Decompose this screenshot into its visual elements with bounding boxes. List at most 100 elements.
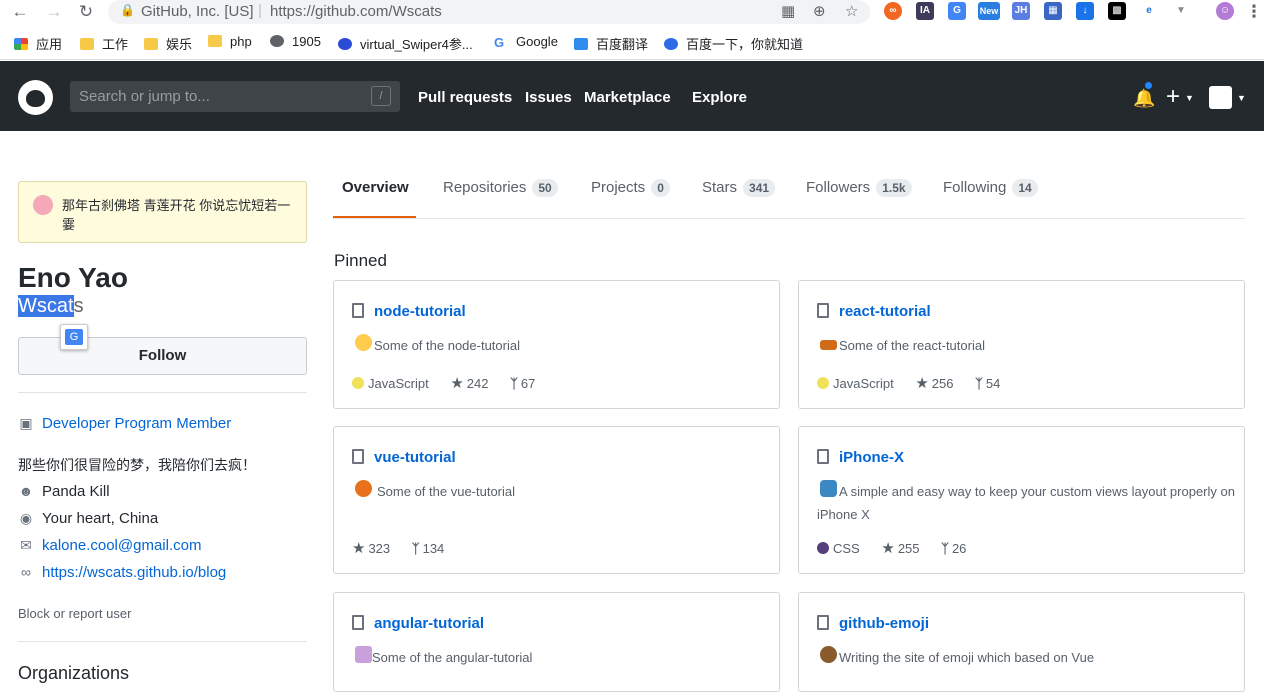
repo-language: JavaScript [833,376,894,391]
back-icon[interactable]: ← [10,2,30,22]
tab-followers[interactable]: Followers 1.5k [806,179,912,197]
user-avatar[interactable] [1209,86,1232,109]
repo-stars[interactable]: 242 [467,376,489,391]
bookmark-apps[interactable]: 应用 [14,34,62,52]
translate-icon[interactable]: ▦ [781,2,795,20]
bookmark-1905[interactable]: 1905 [270,34,321,52]
repo-name-link[interactable]: angular-tutorial [374,615,484,632]
pinned-repo-card[interactable]: github-emoji Writing the site of emoji w… [798,592,1245,692]
repo-stars[interactable]: 323 [368,541,390,556]
baidu-translate-icon [574,38,588,50]
developer-program-badge[interactable]: ▣ Developer Program Member [18,415,231,432]
status-text: 那年古刹佛塔 青莲开花 你说忘忧短若一霎 [62,198,291,232]
repo-description: Some of the angular-tutorial [372,650,533,665]
tab-extension-icon[interactable]: ▩ [1108,2,1126,20]
language-color-dot [817,542,829,554]
tab-repositories[interactable]: Repositories 50 [443,179,558,197]
divider [18,641,307,642]
block-report-link[interactable]: Block or report user [18,606,131,621]
repo-forks[interactable]: 134 [423,541,445,556]
google-translate-extension-icon[interactable]: G [948,2,966,20]
people-icon: ☻ [18,483,34,499]
repo-name-link[interactable]: iPhone-X [839,449,904,466]
infinity-extension-icon[interactable]: ∞ [884,2,902,20]
bookmark-google[interactable]: G Google [494,34,558,52]
url-text[interactable]: https://github.com/Wscats [270,3,442,20]
repo-forks[interactable]: 67 [521,376,535,391]
profile-website[interactable]: ∞ https://wscats.github.io/blog [18,564,226,581]
tab-projects[interactable]: Projects 0 [591,179,670,197]
repo-name-link[interactable]: react-tutorial [839,303,931,320]
download-extension-icon[interactable]: ↓ [1076,2,1094,20]
bookmark-work[interactable]: 工作 [80,34,128,52]
bookmark-php[interactable]: php [208,34,252,52]
repo-name-link[interactable]: github-emoji [839,615,929,632]
translate-popup-icon[interactable]: G [60,324,88,350]
profile-avatar-icon[interactable]: ☺ [1216,2,1234,20]
login-selected-text: Wscat [18,295,74,317]
repo-name-link[interactable]: node-tutorial [374,303,466,320]
forward-icon[interactable]: → [44,2,64,22]
repo-icon [817,303,829,318]
rabbit-emoji-icon [355,646,372,663]
bookmark-star-icon[interactable]: ☆ [845,2,858,20]
pinned-repo-card[interactable]: react-tutorial Some of the react-tutoria… [798,280,1245,409]
repo-forks[interactable]: 26 [952,541,966,556]
fork-icon: ᛉ [510,376,518,391]
search-input[interactable]: Search or jump to... / [70,81,400,112]
ia-extension-icon[interactable]: IA [916,2,934,20]
create-new-icon[interactable]: + [1166,83,1180,111]
repo-meta: CSS ★ 255 ᛉ 26 [817,539,966,557]
repo-language: CSS [833,541,860,556]
active-tab-indicator [333,216,416,218]
bookmark-baidu-translate[interactable]: 百度翻译 [574,34,648,52]
search-placeholder: Search or jump to... [79,88,210,105]
google-icon: G [494,36,508,49]
repo-stars[interactable]: 255 [898,541,920,556]
folder-icon [144,38,158,50]
url-organization: GitHub, Inc. [US] [141,3,254,20]
repo-name-link[interactable]: vue-tutorial [374,449,456,466]
github-logo-icon[interactable] [18,80,53,115]
language-color-dot [817,377,829,389]
star-icon: ★ [352,540,366,557]
repo-description: Some of the react-tutorial [839,338,985,353]
count-badge: 14 [1012,179,1038,197]
repo-stars[interactable]: 256 [932,376,954,391]
slash-shortcut-badge: / [371,86,391,106]
tab-following[interactable]: Following 14 [943,179,1038,197]
user-status[interactable]: 那年古刹佛塔 青莲开花 你说忘忧短若一霎 [18,181,307,243]
pinned-repo-card[interactable]: node-tutorial Some of the node-tutorial … [333,280,780,409]
repo-description: Some of the node-tutorial [374,338,520,353]
address-bar[interactable]: 🔒 GitHub, Inc. [US] | https://github.com… [108,0,870,24]
pinned-repo-card[interactable]: iPhone-X A simple and easy way to keep y… [798,426,1245,574]
new-extension-icon[interactable]: New [978,2,1000,20]
profile-email[interactable]: ✉ kalone.cool@gmail.com [18,537,201,554]
e-extension-icon[interactable]: e [1140,2,1158,20]
vue-extension-icon[interactable]: ▼ [1172,2,1190,20]
bookmark-baidu[interactable]: 百度一下，你就知道 [664,34,803,52]
profile-name: Eno Yao [18,262,128,293]
jh-extension-icon[interactable]: JH [1012,2,1030,20]
pinned-repo-card[interactable]: vue-tutorial Some of the vue-tutorial ★ 3… [333,426,780,574]
bookmark-swiper[interactable]: virtual_Swiper4参... [338,34,473,52]
tab-overview[interactable]: Overview [342,179,409,196]
nav-explore[interactable]: Explore [692,89,747,106]
zoom-icon[interactable]: ⊕ [813,2,826,20]
tab-stars[interactable]: Stars 341 [702,179,776,197]
globe-icon [270,35,284,47]
nav-issues[interactable]: Issues [525,89,572,106]
repo-forks[interactable]: 54 [986,376,1000,391]
nav-marketplace[interactable]: Marketplace [584,89,671,106]
save-extension-icon[interactable]: ▦ [1044,2,1062,20]
browser-menu-icon[interactable]: ⋮ [1244,2,1264,22]
pinned-repo-card[interactable]: angular-tutorial Some of the angular-tut… [333,592,780,692]
reload-icon[interactable]: ↻ [76,2,96,22]
animal-emoji-icon [820,340,837,350]
notifications-bell-icon[interactable]: 🔔 [1133,88,1155,109]
nav-pull-requests[interactable]: Pull requests [418,89,512,106]
fork-icon: ᛉ [975,376,983,391]
star-icon: ★ [881,540,895,557]
bookmark-entertainment[interactable]: 娱乐 [144,34,192,52]
smile-emoji-icon [355,334,372,351]
